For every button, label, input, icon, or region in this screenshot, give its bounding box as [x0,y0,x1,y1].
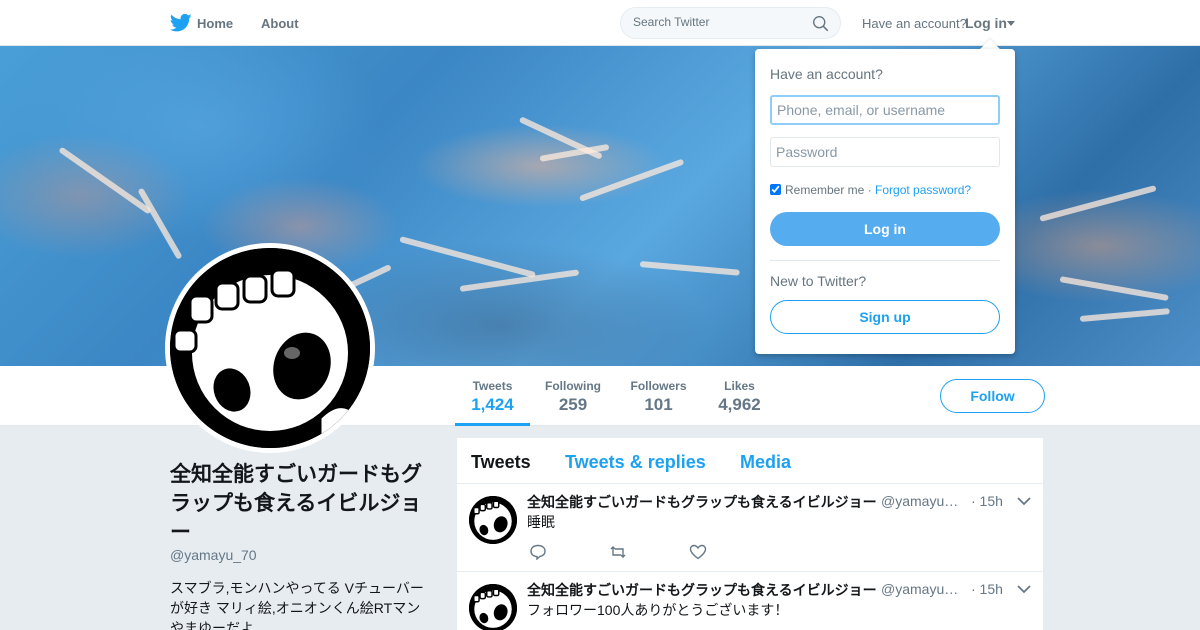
tweet-item[interactable]: 全知全能すごいガードもグラップも食えるイビルジョー @yamayu_70 · 1… [457,572,1043,630]
stat-following[interactable]: Following 259 [545,379,601,415]
profile-handle[interactable]: @yamayu_70 [170,547,257,563]
tweet-item[interactable]: 全知全能すごいガードもグラップも食えるイビルジョー @yamayu_70 · 1… [457,484,1043,572]
search-icon[interactable] [812,15,829,32]
tab-tweets[interactable]: Tweets [471,452,531,473]
chevron-down-icon[interactable] [1017,496,1031,506]
tweet-timestamp[interactable]: · 15h [971,581,1003,597]
stat-label: Followers [630,379,687,393]
twitter-bird-icon[interactable] [170,13,192,33]
tab-tweets-and-replies[interactable]: Tweets & replies [565,452,706,473]
avatar-image [170,248,370,448]
reply-icon[interactable] [529,544,547,560]
search-input[interactable] [633,15,803,29]
separator-dot: · [864,183,876,197]
profile-bio: スマブラ,モンハンやってる Vチューバーが好き マリィ絵,オニオンくん絵RTマン… [170,580,424,630]
remember-me-row: Remember me · Forgot password? [770,183,971,197]
nav-home-link[interactable]: Home [197,16,233,31]
tweet-timestamp[interactable]: · 15h [971,493,1003,509]
dropdown-title: Have an account? [770,66,883,82]
profile-avatar[interactable] [165,243,375,453]
tweet-avatar[interactable] [469,496,517,544]
login-menu-toggle[interactable]: Log in [965,15,1007,31]
timeline-tabs: Tweets Tweets & replies Media [457,438,1043,484]
remember-me-checkbox[interactable] [770,184,781,195]
new-to-twitter-text: New to Twitter? [770,273,867,289]
tweet-avatar[interactable] [469,584,517,630]
username-field[interactable] [770,95,1000,125]
tweet-text: 睡眠 [527,514,555,530]
stat-value: 1,424 [471,395,514,414]
hollow-knight-mask-icon [170,248,370,448]
tweet-author-handle[interactable]: @yamayu_70 [881,581,963,597]
nav-about-link[interactable]: About [261,16,299,31]
stat-value: 4,962 [718,395,761,414]
stat-label: Tweets [472,379,513,393]
stat-likes[interactable]: Likes 4,962 [716,379,763,415]
divider [770,260,1000,261]
chevron-down-icon[interactable] [1007,21,1015,26]
password-field[interactable] [770,137,1000,167]
login-dropdown: Have an account? Remember me · Forgot pa… [755,49,1015,354]
signup-button[interactable]: Sign up [770,300,1000,334]
remember-me-label[interactable]: Remember me [785,183,864,197]
tab-media[interactable]: Media [740,452,791,473]
stat-followers[interactable]: Followers 101 [630,379,687,415]
stat-value: 101 [644,395,673,414]
hollow-knight-mask-icon [469,496,517,544]
stat-label: Following [545,379,601,393]
chevron-down-icon[interactable] [1017,584,1031,594]
have-account-text: Have an account? [862,16,967,31]
stat-label: Likes [724,379,755,393]
forgot-password-link[interactable]: Forgot password? [875,183,971,197]
top-nav-bar: Home About Have an account? Log in [0,0,1200,46]
stat-tweets[interactable]: Tweets 1,424 [470,379,515,415]
tweet-author-handle[interactable]: @yamayu_70 [881,493,963,509]
tweet-author-name[interactable]: 全知全能すごいガードもグラップも食えるイビルジョー [527,492,877,512]
tweet-author-name[interactable]: 全知全能すごいガードもグラップも食えるイビルジョー [527,580,877,600]
tweet-text: フォロワー100人ありがとうございます！ [527,602,789,618]
profile-name[interactable]: 全知全能すごいガードもグラップも食えるイビルジョー [170,460,440,547]
stat-value: 259 [558,395,588,414]
follow-button[interactable]: Follow [940,379,1045,413]
hollow-knight-mask-icon [469,584,517,630]
active-tab-indicator [455,423,530,426]
search-box [620,7,841,39]
like-heart-icon[interactable] [689,544,707,560]
timeline: Tweets Tweets & replies Media 全知全能すごいガード… [456,437,1044,630]
login-button[interactable]: Log in [770,212,1000,246]
retweet-icon[interactable] [609,544,627,560]
